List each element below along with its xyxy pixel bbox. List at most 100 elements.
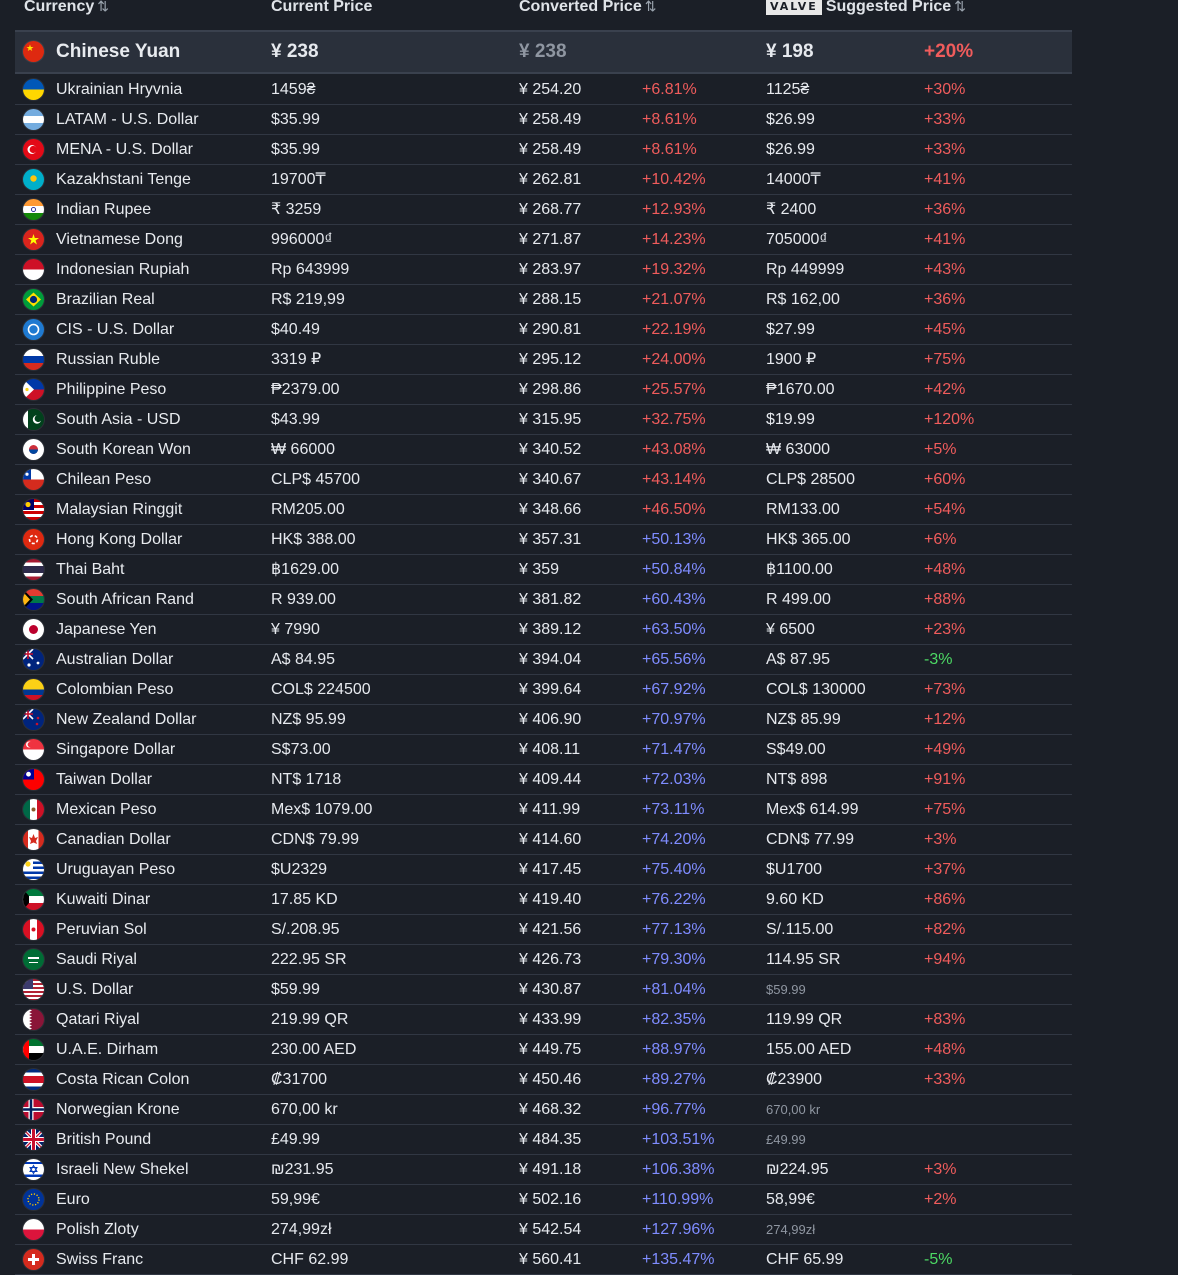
currency-name: Russian Ruble — [56, 351, 161, 368]
suggested-price: $27.99 — [766, 321, 815, 338]
currency-name: Polish Zloty — [56, 1221, 139, 1238]
converted-price: ¥ 450.46 — [519, 1071, 582, 1088]
uae-flag-icon — [23, 1039, 44, 1060]
current-price: 996000₫ — [271, 231, 333, 248]
currency-name: Japanese Yen — [56, 621, 157, 638]
colombia-flag-icon — [23, 679, 44, 700]
suggested-price-column-header[interactable]: VALVE Suggested Price ⇅ — [766, 0, 966, 16]
suggested-percent: +33% — [924, 1071, 966, 1088]
australia-flag-icon — [23, 649, 44, 670]
current-price: 3319 ₽ — [271, 351, 322, 368]
converted-price: ¥ 542.54 — [519, 1221, 582, 1238]
ukraine-flag-icon — [23, 79, 44, 100]
converted-price: ¥ 295.12 — [519, 351, 582, 368]
table-row: Swiss Franc CHF 62.99 ¥ 560.41 +135.47% CHF … — [15, 1245, 1072, 1275]
current-price: Rp 643999 — [271, 261, 350, 278]
suggested-percent: +75% — [924, 351, 966, 368]
converted-percent: +19.32% — [642, 261, 706, 278]
converted-price: ¥ 502.16 — [519, 1191, 582, 1208]
current-price: ¥ 238 — [271, 41, 319, 62]
converted-percent: +6.81% — [642, 81, 697, 98]
suggested-percent: +23% — [924, 621, 966, 638]
converted-percent: +110.99% — [642, 1191, 714, 1208]
suggested-price: HK$ 365.00 — [766, 531, 851, 548]
current-price: S/.208.95 — [271, 921, 340, 938]
suggested-percent: -5% — [924, 1251, 953, 1268]
table-row: Malaysian Ringgit RM205.00 ¥ 348.66 +46.50%… — [15, 495, 1072, 525]
current-price: ฿1629.00 — [271, 561, 340, 578]
current-price: ₹ 3259 — [271, 201, 322, 218]
usa-flag-icon — [23, 979, 44, 1000]
current-price: Mex$ 1079.00 — [271, 801, 373, 818]
currency-column-header[interactable]: Currency ⇅ — [24, 0, 109, 16]
converted-percent: +72.03% — [642, 771, 706, 788]
converted-percent: +81.04% — [642, 981, 706, 998]
converted-percent: +50.13% — [642, 531, 706, 548]
suggested-percent: +60% — [924, 471, 966, 488]
converted-price: ¥ 357.31 — [519, 531, 582, 548]
canada-flag-icon — [23, 829, 44, 850]
current-price: CLP$ 45700 — [271, 471, 360, 488]
converted-price: ¥ 468.32 — [519, 1101, 582, 1118]
converted-price: ¥ 238 — [519, 41, 567, 62]
sort-icon[interactable]: ⇅ — [97, 0, 109, 14]
suggested-price: NZ$ 85.99 — [766, 711, 841, 728]
uk-flag-icon — [23, 1129, 44, 1150]
converted-price: ¥ 484.35 — [519, 1131, 582, 1148]
converted-percent: +65.56% — [642, 651, 706, 668]
current-price: $U2329 — [271, 861, 328, 878]
sort-icon[interactable]: ⇅ — [645, 0, 657, 14]
suggested-price: 274,99zł — [766, 1222, 816, 1237]
converted-price: ¥ 348.66 — [519, 501, 582, 518]
qatar-flag-icon — [23, 1009, 44, 1030]
currency-name: Canadian Dollar — [56, 831, 171, 848]
suggested-price: CHF 65.99 — [766, 1251, 844, 1268]
current-price: ₩ 66000 — [271, 441, 336, 458]
suggested-percent: +45% — [924, 321, 966, 338]
converted-percent: +96.77% — [642, 1101, 706, 1118]
suggested-price: ₩ 63000 — [766, 441, 831, 458]
suggested-percent: +6% — [924, 531, 957, 548]
converted-price: ¥ 421.56 — [519, 921, 582, 938]
table-row: South Korean Won ₩ 66000 ¥ 340.52 +43.08% ₩ … — [15, 435, 1072, 465]
currency-name: Brazilian Real — [56, 291, 155, 308]
suggested-percent: +73% — [924, 681, 966, 698]
converted-price-column-header[interactable]: Converted Price ⇅ — [519, 0, 656, 16]
current-price: ₱2379.00 — [271, 381, 340, 398]
converted-price: ¥ 449.75 — [519, 1041, 582, 1058]
current-price: 17.85 KD — [271, 891, 338, 908]
current-price: 1459₴ — [271, 81, 316, 98]
current-price: S$73.00 — [271, 741, 331, 758]
table-row: Russian Ruble 3319 ₽ ¥ 295.12 +24.00% 1900 ₽… — [15, 345, 1072, 375]
current-price: ₪231.95 — [271, 1161, 334, 1178]
suggested-percent: +33% — [924, 141, 966, 158]
currency-name: Hong Kong Dollar — [56, 531, 183, 548]
converted-price: ¥ 288.15 — [519, 291, 582, 308]
table-row: Kazakhstani Tenge 19700₸ ¥ 262.81 +10.42% 14… — [15, 165, 1072, 195]
converted-price: ¥ 411.99 — [519, 801, 581, 818]
philippines-flag-icon — [23, 379, 44, 400]
sort-icon[interactable]: ⇅ — [954, 0, 966, 14]
suggested-price: CDN$ 77.99 — [766, 831, 855, 848]
converted-percent: +88.97% — [642, 1041, 706, 1058]
current-price: RM205.00 — [271, 501, 345, 518]
norway-flag-icon — [23, 1099, 44, 1120]
table-row: Thai Baht ฿1629.00 ¥ 359 +50.84% ฿1100.00 +48… — [15, 555, 1072, 585]
saudi-arabia-flag-icon — [23, 949, 44, 970]
suggested-price: S$49.00 — [766, 741, 826, 758]
argentina-flag-icon — [23, 109, 44, 130]
converted-price: ¥ 409.44 — [519, 771, 582, 788]
table-row: MENA - U.S. Dollar $35.99 ¥ 258.49 +8.61% $2… — [15, 135, 1072, 165]
suggested-price: Rp 449999 — [766, 261, 845, 278]
current-price: 59,99€ — [271, 1191, 320, 1208]
suggested-percent: +3% — [924, 831, 957, 848]
converted-price: ¥ 433.99 — [519, 1011, 582, 1028]
suggested-price: 9.60 KD — [766, 891, 824, 908]
converted-price: ¥ 394.04 — [519, 651, 582, 668]
suggested-price: 1125₴ — [766, 81, 810, 98]
converted-price: ¥ 271.87 — [519, 231, 582, 248]
currency-name: Kuwaiti Dinar — [56, 891, 151, 908]
suggested-price: ฿1100.00 — [766, 561, 833, 578]
suggested-percent: +43% — [924, 261, 966, 278]
table-row: New Zealand Dollar NZ$ 95.99 ¥ 406.90 +70.9… — [15, 705, 1072, 735]
